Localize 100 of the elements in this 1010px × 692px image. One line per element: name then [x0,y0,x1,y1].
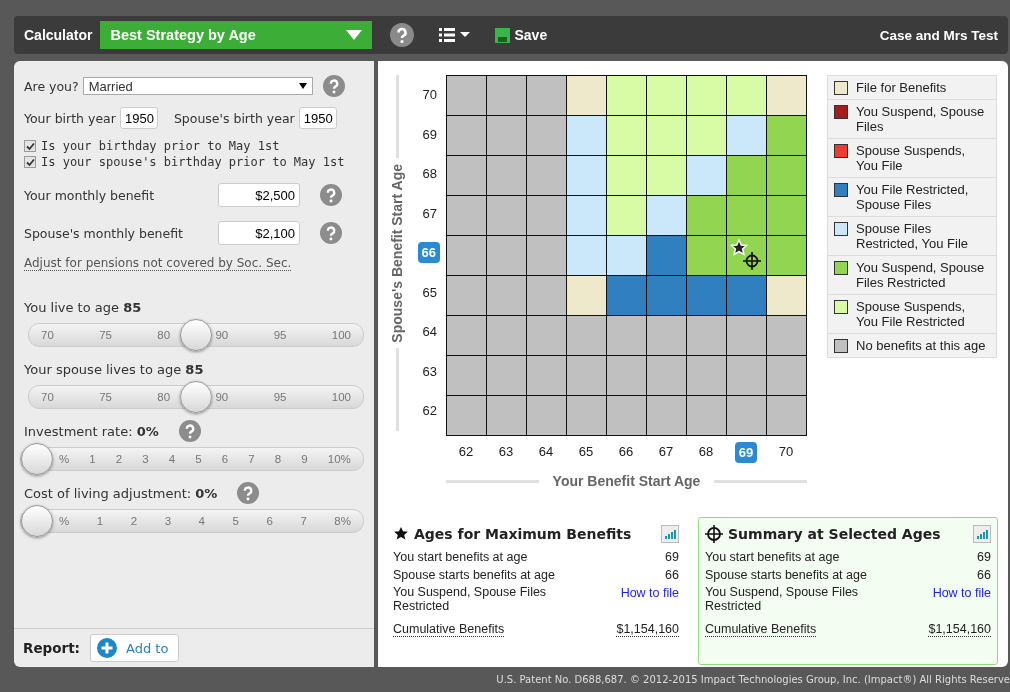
grid-cell[interactable] [727,196,766,235]
grid-cell[interactable] [567,276,606,315]
age-label[interactable]: 62 [455,442,477,463]
age-label[interactable]: 69 [419,124,440,144]
grid-cell[interactable] [567,116,606,155]
grid-cell[interactable] [727,236,766,275]
grid-cell[interactable] [527,196,566,235]
grid-cell[interactable] [767,156,806,195]
grid-cell[interactable] [487,196,526,235]
add-to-report-button[interactable]: Add to [90,634,180,662]
age-label[interactable]: 65 [419,282,440,302]
grid-cell[interactable] [607,236,646,275]
grid-cell[interactable] [447,76,486,115]
grid-cell[interactable] [647,196,686,235]
grid-cell[interactable] [487,236,526,275]
grid-cell[interactable] [527,116,566,155]
how-to-file-link[interactable]: How to file [620,586,679,614]
grid-cell[interactable] [527,76,566,115]
grid-cell[interactable] [487,76,526,115]
age-label[interactable]: 70 [419,85,440,105]
grid-cell[interactable] [647,396,686,435]
age-label[interactable]: 63 [419,361,440,381]
grid-cell[interactable] [687,356,726,395]
grid-cell[interactable] [567,196,606,235]
grid-cell[interactable] [567,156,606,195]
grid-cell[interactable] [687,156,726,195]
grid-cell[interactable] [727,76,766,115]
grid-cell[interactable] [607,156,646,195]
age-label[interactable]: 70 [775,442,797,463]
age-label[interactable]: 68 [695,442,717,463]
grid-cell[interactable] [527,396,566,435]
grid-cell[interactable] [447,396,486,435]
grid-cell[interactable] [687,76,726,115]
grid-cell[interactable] [607,396,646,435]
grid-cell[interactable] [607,76,646,115]
grid-cell[interactable] [567,76,606,115]
grid-cell[interactable] [727,276,766,315]
age-label[interactable]: 65 [575,442,597,463]
marital-status-select[interactable]: Married [82,77,313,95]
grid-cell[interactable] [607,276,646,315]
grid-cell[interactable] [647,316,686,355]
age-label[interactable]: 67 [419,203,440,223]
age-label[interactable]: 69 [734,442,758,463]
grid-cell[interactable] [447,196,486,235]
grid-cell[interactable] [767,236,806,275]
grid-cell[interactable] [767,316,806,355]
slider-handle[interactable] [180,319,212,351]
grid-cell[interactable] [487,316,526,355]
year-input[interactable]: 1950 [298,107,337,129]
list-menu-icon[interactable] [439,27,472,43]
grid-cell[interactable] [527,276,566,315]
checkbox[interactable] [24,140,36,152]
pension-adjust-link[interactable]: Adjust for pensions not covered by Soc. Sec. [24,256,292,271]
bar-chart-icon[interactable] [661,525,679,543]
grid-cell[interactable] [767,196,806,235]
how-to-file-link[interactable]: How to file [932,586,991,614]
grid-cell[interactable] [487,276,526,315]
grid-cell[interactable] [647,276,686,315]
age-label[interactable]: 67 [655,442,677,463]
grid-cell[interactable] [647,76,686,115]
grid-cell[interactable] [727,396,766,435]
amount-input[interactable]: $2,500 [218,183,300,207]
grid-cell[interactable] [687,316,726,355]
save-button[interactable]: Save [495,27,548,43]
slider-handle[interactable] [180,381,212,413]
grid-cell[interactable] [767,356,806,395]
grid-cell[interactable] [647,236,686,275]
age-label[interactable]: 68 [419,164,440,184]
grid-cell[interactable] [447,356,486,395]
grid-cell[interactable] [527,236,566,275]
grid-cell[interactable] [647,356,686,395]
age-label[interactable]: 64 [419,322,440,342]
grid-cell[interactable] [767,76,806,115]
grid-cell[interactable] [567,356,606,395]
grid-cell[interactable] [727,316,766,355]
grid-cell[interactable] [687,276,726,315]
help-icon[interactable] [390,23,415,47]
grid-cell[interactable] [567,236,606,275]
grid-cell[interactable] [527,356,566,395]
grid-cell[interactable] [607,196,646,235]
grid-cell[interactable] [727,356,766,395]
grid-cell[interactable] [727,116,766,155]
grid-cell[interactable] [447,276,486,315]
grid-cell[interactable] [647,156,686,195]
grid-cell[interactable] [567,316,606,355]
grid-cell[interactable] [687,196,726,235]
grid-cell[interactable] [447,236,486,275]
age-label[interactable]: 63 [495,442,517,463]
grid-cell[interactable] [607,116,646,155]
slider-handle[interactable] [21,443,53,475]
grid-cell[interactable] [447,316,486,355]
slider-handle[interactable] [21,505,53,537]
bar-chart-icon[interactable] [973,525,991,543]
grid-cell[interactable] [687,116,726,155]
grid-cell[interactable] [607,316,646,355]
grid-cell[interactable] [687,396,726,435]
checkbox[interactable] [24,156,36,168]
grid-cell[interactable] [527,156,566,195]
grid-cell[interactable] [727,156,766,195]
grid-cell[interactable] [607,356,646,395]
